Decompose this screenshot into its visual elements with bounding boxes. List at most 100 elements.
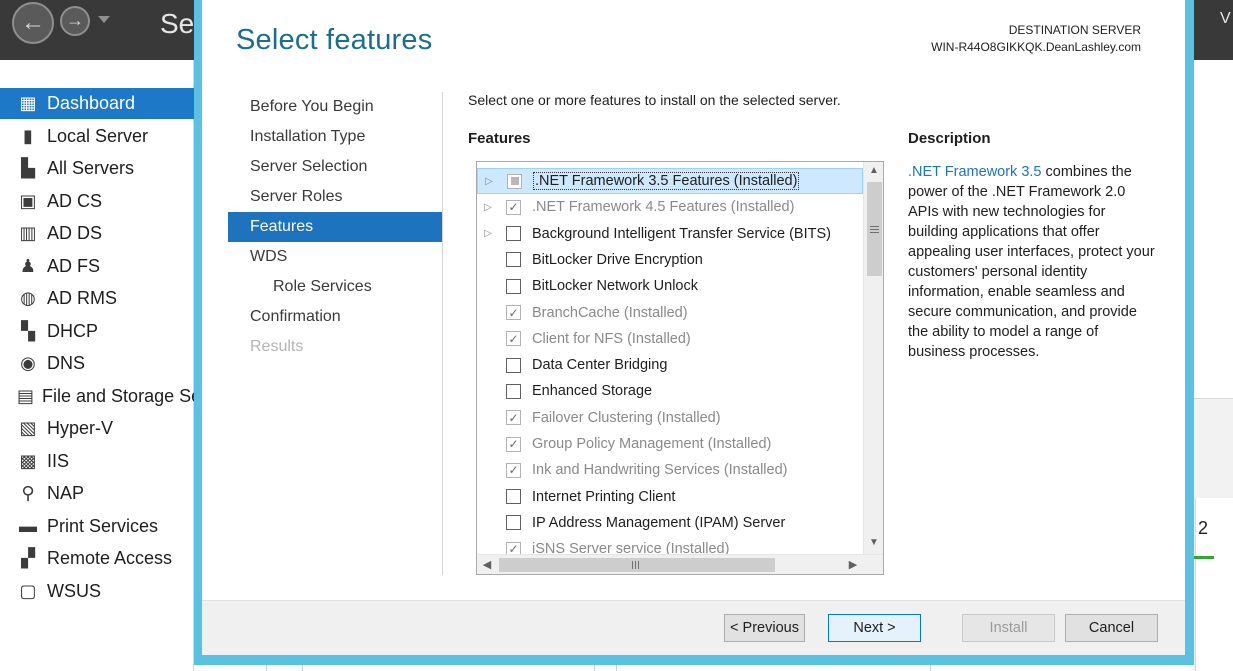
feature-label: Enhanced Storage: [532, 383, 653, 400]
vertical-scroll-thumb[interactable]: [867, 182, 882, 276]
feature-row[interactable]: ▷ .NET Framework 3.5 Features (Installed): [477, 168, 863, 194]
feature-checkbox[interactable]: [506, 357, 521, 373]
sidebar-item-nap[interactable]: ⚲ NAP: [0, 478, 194, 509]
step-before-you-begin[interactable]: Before You Begin: [228, 92, 442, 122]
step-features[interactable]: Features: [228, 212, 442, 242]
step-installation-type[interactable]: Installation Type: [228, 122, 442, 152]
next-button[interactable]: Next >: [828, 614, 921, 642]
vertical-scrollbar[interactable]: ▲ ▼: [863, 162, 883, 554]
sidebar-item-label: DHCP: [47, 320, 99, 341]
header-right-text-2: V: [1220, 10, 1231, 27]
scroll-left-icon[interactable]: ◀: [477, 555, 497, 574]
dns-icon: ◉: [20, 353, 36, 373]
previous-button[interactable]: < Previous: [724, 614, 805, 642]
feature-row[interactable]: ▷ ✓ .NET Framework 4.5 Features (Installed…: [477, 194, 863, 220]
add-roles-features-wizard: Select features DESTINATION SERVER WIN-R…: [194, 0, 1194, 665]
steps-divider: [442, 92, 443, 575]
scroll-right-icon[interactable]: ▶: [843, 555, 863, 574]
server-icon: ▮: [23, 125, 33, 146]
back-arrow-icon[interactable]: ←: [12, 2, 54, 44]
wizard-body: Select features DESTINATION SERVER WIN-R…: [202, 0, 1185, 655]
sidebar-item-iis[interactable]: ▩ IIS: [0, 446, 194, 477]
step-server-roles[interactable]: Server Roles: [228, 182, 442, 212]
nap-icon: ⚲: [21, 483, 35, 503]
remote-access-icon: ▞: [21, 548, 35, 568]
feature-row[interactable]: ✓ BranchCache (Installed): [477, 300, 863, 326]
feature-checkbox[interactable]: [506, 278, 521, 294]
feature-label: IP Address Management (IPAM) Server: [532, 514, 786, 531]
cancel-button[interactable]: Cancel: [1065, 614, 1158, 642]
scroll-down-icon[interactable]: ▼: [864, 534, 883, 552]
step-server-selection[interactable]: Server Selection: [228, 152, 442, 182]
sidebar-item-ad-rms[interactable]: ◍ AD RMS: [0, 283, 194, 314]
dashboard-icon: ▦: [19, 93, 37, 113]
feature-row[interactable]: ✓ Ink and Handwriting Services (Installed…: [477, 457, 863, 483]
feature-row[interactable]: Enhanced Storage: [477, 378, 863, 404]
expand-arrow-icon[interactable]: ▷: [480, 202, 496, 213]
step-role-services[interactable]: Role Services: [228, 272, 442, 302]
sidebar-item-ad-ds[interactable]: ▥ AD DS: [0, 218, 194, 249]
feature-label: Data Center Bridging: [532, 357, 668, 374]
sidebar-item-print-services[interactable]: ▬ Print Services: [0, 511, 194, 542]
feature-row[interactable]: BitLocker Network Unlock: [477, 273, 863, 299]
feature-row[interactable]: Data Center Bridging: [477, 352, 863, 378]
server-manager-sidebar: ▦ Dashboard ▮ Local Server ▙ All Servers ▣ AD C…: [0, 60, 194, 671]
sidebar-item-label: All Servers: [47, 158, 135, 178]
history-dropdown-icon[interactable]: [98, 16, 110, 23]
scroll-up-icon[interactable]: ▲: [864, 162, 883, 180]
horizontal-scroll-thumb[interactable]: [499, 558, 775, 572]
sidebar-item-wsus[interactable]: ▢ WSUS: [0, 576, 194, 607]
step-confirmation[interactable]: Confirmation: [228, 302, 442, 332]
description-link[interactable]: .NET Framework 3.5: [908, 164, 1042, 180]
feature-label: Client for NFS (Installed): [532, 330, 691, 347]
sidebar-item-dns[interactable]: ◉ DNS: [0, 348, 194, 379]
expand-arrow-icon[interactable]: ▷: [481, 176, 497, 187]
sidebar-item-file-and-storage-se[interactable]: ▤ File and Storage Se: [0, 381, 194, 412]
sidebar-item-label: AD DS: [47, 223, 103, 243]
feature-checkbox[interactable]: [506, 489, 521, 505]
printer-icon: ▬: [19, 515, 37, 536]
sidebar-item-dashboard[interactable]: ▦ Dashboard: [0, 88, 194, 119]
feature-row[interactable]: ✓ Group Policy Management (Installed): [477, 431, 863, 457]
sidebar-item-ad-cs[interactable]: ▣ AD CS: [0, 186, 194, 217]
install-button[interactable]: Install: [962, 614, 1055, 642]
feature-checkbox[interactable]: [506, 515, 521, 531]
wsus-icon: ▢: [19, 580, 37, 601]
feature-checkbox: ✓: [506, 462, 521, 478]
feature-row[interactable]: ✓ Failover Clustering (Installed): [477, 405, 863, 431]
sidebar-item-hyper-v[interactable]: ▧ Hyper-V: [0, 413, 194, 444]
feature-row[interactable]: BitLocker Drive Encryption: [477, 247, 863, 273]
feature-checkbox[interactable]: [506, 252, 521, 268]
sidebar-item-label: AD RMS: [47, 288, 118, 308]
dhcp-icon: ▚: [21, 320, 35, 341]
expand-arrow-icon[interactable]: ▷: [480, 228, 496, 239]
feature-row[interactable]: Internet Printing Client: [477, 484, 863, 510]
feature-row[interactable]: ✓ iSNS Server service (Installed): [477, 536, 863, 554]
iis-icon: ▩: [19, 450, 37, 471]
features-heading: Features: [468, 130, 531, 147]
feature-label: iSNS Server service (Installed): [532, 541, 730, 554]
feature-row[interactable]: IP Address Management (IPAM) Server: [477, 510, 863, 536]
feature-row[interactable]: ▷ Background Intelligent Transfer Service…: [477, 221, 863, 247]
servers-icon: ▙: [21, 158, 35, 178]
sidebar-item-label: Remote Access: [47, 548, 173, 568]
step-wds[interactable]: WDS: [228, 242, 442, 272]
feature-checkbox: ✓: [506, 541, 521, 554]
grip-line: [632, 561, 633, 569]
feature-checkbox: ✓: [506, 305, 521, 320]
feature-row[interactable]: ✓ Client for NFS (Installed): [477, 326, 863, 352]
features-tree[interactable]: ▷ .NET Framework 3.5 Features (Installed)…: [476, 161, 884, 575]
feature-checkbox[interactable]: [506, 383, 521, 399]
horizontal-scrollbar[interactable]: ◀ ▶: [477, 554, 883, 574]
sidebar-item-dhcp[interactable]: ▚ DHCP: [0, 316, 194, 347]
description-heading: Description: [908, 130, 991, 147]
features-list: ▷ .NET Framework 3.5 Features (Installed)…: [477, 162, 863, 554]
sidebar-item-remote-access[interactable]: ▞ Remote Access: [0, 543, 194, 574]
page-title: Select features: [236, 24, 433, 56]
sidebar-item-local-server[interactable]: ▮ Local Server: [0, 121, 194, 152]
sidebar-item-ad-fs[interactable]: ♟ AD FS: [0, 251, 194, 282]
grip-line: [870, 226, 879, 227]
sidebar-item-all-servers[interactable]: ▙ All Servers: [0, 153, 194, 184]
feature-checkbox[interactable]: [506, 226, 521, 242]
forward-arrow-icon[interactable]: →: [60, 6, 90, 36]
